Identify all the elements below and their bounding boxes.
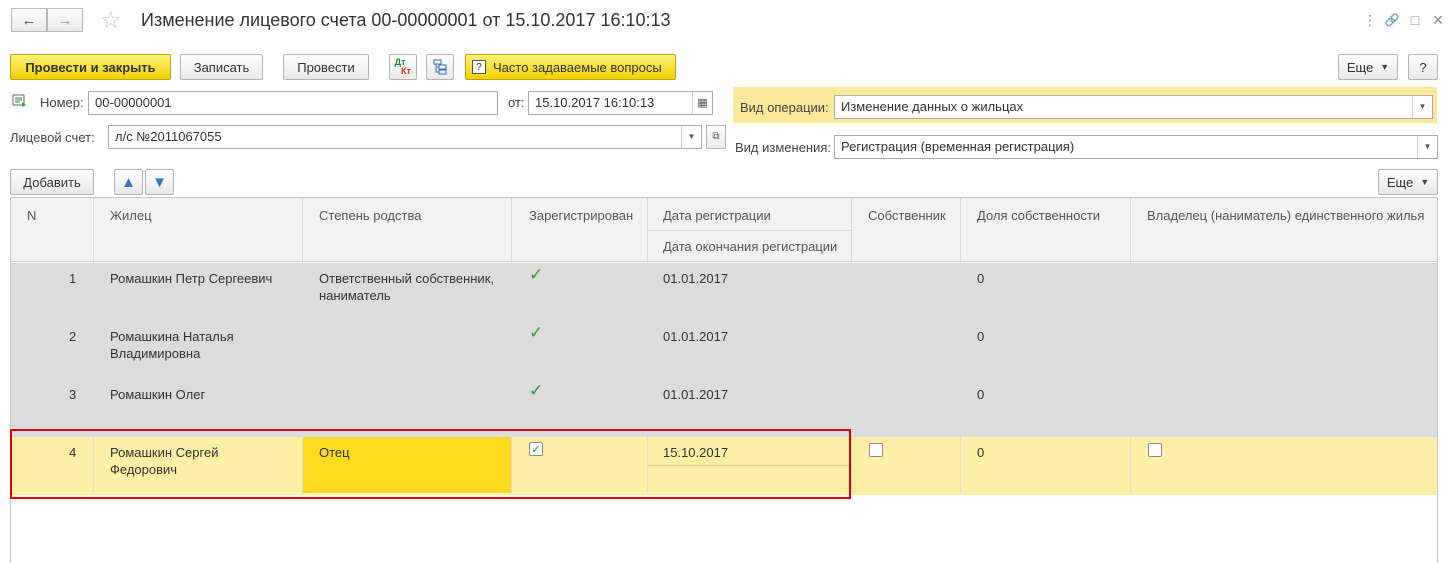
forward-arrow-icon: → [57,11,73,29]
forward-button[interactable]: → [47,8,83,32]
chevron-down-icon: ▼ [1420,177,1430,187]
structure-icon[interactable] [426,54,454,80]
grid-line [960,198,961,493]
col-reg-date[interactable]: Дата регистрации [663,208,771,223]
chevron-down-icon[interactable]: ▼ [1412,96,1432,118]
row-number: 3 [69,387,77,402]
relation: Ответственный собственник, наниматель [319,271,494,303]
date-value: 15.10.2017 16:10:13 [535,95,655,110]
favorite-star-icon[interactable]: ☆ [100,6,122,35]
arrow-up-icon: ▲ [121,173,136,191]
back-button[interactable]: ← [11,8,47,32]
date-label: от: [508,95,525,110]
add-button[interactable]: Добавить [10,169,94,195]
table-row[interactable]: 2 Ромашкина Наталья Владимировна ✓ 01.01… [11,321,1437,379]
faq-label: Часто задаваемые вопросы [493,59,662,75]
operation-select[interactable]: Изменение данных о жильцах ▼ [834,95,1433,119]
resident-name: Ромашкин Петр Сергеевич [110,271,273,286]
question-icon: ? [472,60,486,74]
change-label: Вид изменения: [735,140,832,155]
row-number: 2 [69,329,77,344]
reg-date: 01.01.2017 [663,271,729,286]
col-relation[interactable]: Степень родства [319,208,421,223]
operation-label: Вид операции: [740,100,829,115]
move-up-button[interactable]: ▲ [114,169,143,195]
write-button[interactable]: Записать [180,54,263,80]
table-more-label: Еще [1386,174,1414,190]
dt-kt-icon[interactable]: Дт Кт [389,54,417,80]
close-icon[interactable]: × [1426,10,1450,30]
owner-checkbox[interactable] [869,443,883,457]
number-label: Номер: [40,95,84,110]
account-field[interactable]: л/с №2011067055 ▼ [108,125,702,149]
reg-date: 01.01.2017 [663,387,729,402]
open-icon[interactable]: ⧉ [706,125,726,149]
change-value: Регистрация (временная регистрация) [841,139,1075,154]
resident-name: Ромашкина Наталья Владимировна [110,329,234,361]
grid-line [851,198,852,493]
col-registered[interactable]: Зарегистрирован [529,208,633,223]
reg-date: 01.01.2017 [663,329,729,344]
number-field[interactable]: 00-00000001 [88,91,498,115]
grid-line [1130,198,1131,493]
account-value: л/с №2011067055 [115,129,222,144]
col-n[interactable]: N [27,208,36,223]
check-icon: ✓ [529,265,544,284]
col-reg-end-date[interactable]: Дата окончания регистрации [663,239,837,254]
more-button[interactable]: Еще ▼ [1338,54,1398,80]
change-select[interactable]: Регистрация (временная регистрация) ▼ [834,135,1438,159]
check-icon: ✓ [529,323,544,342]
col-share[interactable]: Доля собственности [977,208,1100,223]
check-icon: ✓ [529,381,544,400]
account-label: Лицевой счет: [10,130,95,145]
more-label: Еще [1346,59,1374,75]
table-header: N Жилец Степень родства Зарегистрирован … [11,198,1437,262]
post-and-close-button[interactable]: Провести и закрыть [10,54,171,80]
header-divider [647,230,851,231]
col-owner[interactable]: Собственник [868,208,946,223]
ownership-share: 0 [977,271,985,286]
chevron-down-icon: ▼ [1380,62,1390,72]
ownership-share: 0 [977,387,985,402]
chevron-down-icon[interactable]: ▼ [681,126,701,148]
date-field[interactable]: 15.10.2017 16:10:13 ▦ [528,91,713,115]
calendar-icon[interactable]: ▦ [692,92,712,114]
col-resident[interactable]: Жилец [110,208,152,223]
ownership-share: 0 [977,329,985,344]
move-down-button[interactable]: ▼ [145,169,174,195]
arrow-down-icon: ▼ [152,173,167,191]
ownership-share: 0 [977,445,985,460]
residents-table: N Жилец Степень родства Зарегистрирован … [10,197,1438,563]
chevron-down-icon[interactable]: ▼ [1417,136,1437,158]
faq-button[interactable]: ? Часто задаваемые вопросы [465,54,676,80]
operation-value: Изменение данных о жильцах [841,99,1024,114]
back-arrow-icon: ← [21,11,37,29]
help-button[interactable]: ? [1408,54,1438,80]
link-icon[interactable]: 🔗 [1380,10,1404,30]
page-title: Изменение лицевого счета 00-00000001 от … [141,10,671,30]
post-button[interactable]: Провести [283,54,369,80]
resident-name: Ромашкин Олег [110,387,206,402]
table-row[interactable]: 1 Ромашкин Петр Сергеевич Ответственный … [11,263,1437,321]
document-list-icon [12,94,26,107]
highlight-frame [10,429,851,499]
menu-icon[interactable]: ⋮ [1358,10,1382,30]
maximize-icon[interactable]: □ [1403,10,1427,30]
sole-owner-checkbox[interactable] [1148,443,1162,457]
table-more-button[interactable]: Еще ▼ [1378,169,1438,195]
col-sole-owner[interactable]: Владелец (наниматель) единственного жиль… [1147,208,1424,223]
row-number: 1 [69,271,77,286]
kt-label: Кт [401,66,411,76]
